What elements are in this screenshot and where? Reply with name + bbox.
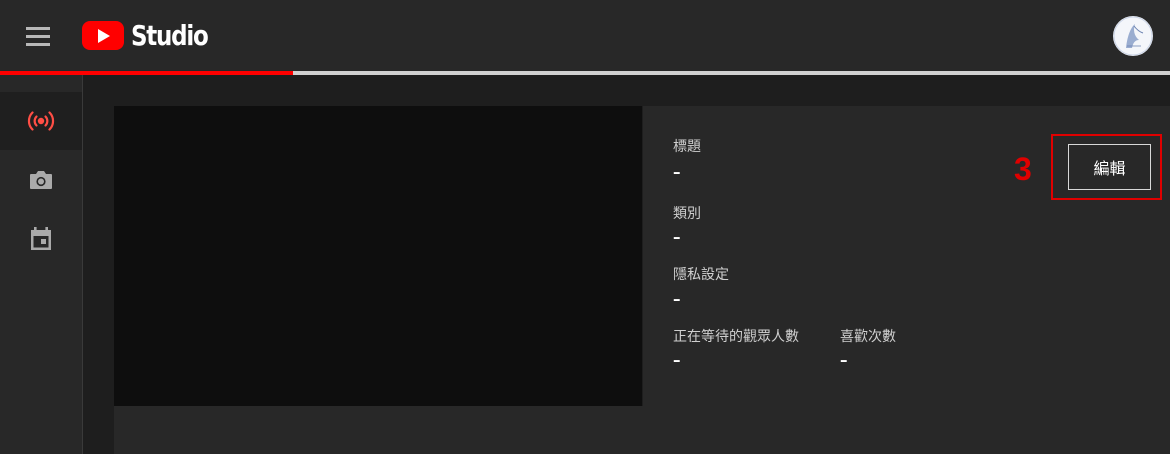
likes-label: 喜歡次數 (840, 329, 896, 345)
sidebar-item-camera[interactable] (0, 151, 82, 209)
logo-text: Studio (131, 19, 209, 52)
title-label: 標題 (673, 139, 701, 155)
category-value: – (673, 228, 681, 246)
sidebar (0, 75, 83, 454)
camera-icon (30, 171, 52, 189)
category-label: 類別 (673, 206, 701, 222)
step-number-annotation: 3 (1014, 151, 1032, 187)
menu-line (26, 26, 50, 30)
hamburger-menu-icon[interactable] (20, 22, 56, 50)
waiting-viewers-label: 正在等待的觀眾人數 (673, 329, 799, 345)
live-broadcast-icon (27, 111, 55, 131)
privacy-value: – (673, 290, 681, 308)
studio-logo[interactable]: Studio (82, 21, 224, 50)
waiting-viewers-value: – (673, 351, 681, 369)
menu-line (26, 42, 50, 46)
calendar-icon (31, 227, 51, 250)
info-panel-lower (114, 406, 643, 454)
edit-button[interactable]: 編輯 (1068, 144, 1151, 190)
user-avatar-icon[interactable] (1113, 16, 1153, 56)
menu-line (26, 34, 50, 38)
sidebar-item-live[interactable] (0, 92, 82, 150)
title-value: – (673, 163, 681, 181)
top-bar: Studio (0, 0, 1170, 72)
sidebar-item-schedule[interactable] (0, 210, 82, 268)
likes-value: – (840, 351, 848, 369)
stream-preview (114, 106, 642, 406)
youtube-play-icon (82, 21, 124, 50)
privacy-label: 隱私設定 (673, 267, 729, 283)
